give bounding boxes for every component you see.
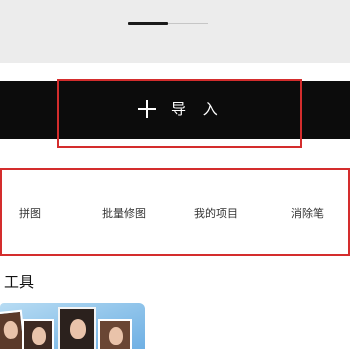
portrait-thumbnail (58, 307, 96, 349)
spacer (0, 63, 350, 81)
tool-eraser-pen[interactable]: 消除笔 (291, 205, 324, 223)
tools-banner[interactable] (0, 303, 145, 349)
plus-icon (138, 100, 156, 118)
portrait-thumbnail (98, 319, 132, 349)
tool-my-projects[interactable]: 我的项目 (194, 205, 238, 223)
top-header-area (0, 0, 350, 63)
tool-collage[interactable]: 拼图 (19, 205, 41, 223)
import-button-label: 导 入 (171, 100, 224, 118)
tool-batch-edit[interactable]: 批量修图 (102, 205, 146, 223)
section-title: 工具 (4, 273, 35, 291)
page-indicator (128, 22, 208, 25)
page-indicator-fill (128, 22, 168, 25)
portrait-thumbnail (22, 319, 54, 349)
